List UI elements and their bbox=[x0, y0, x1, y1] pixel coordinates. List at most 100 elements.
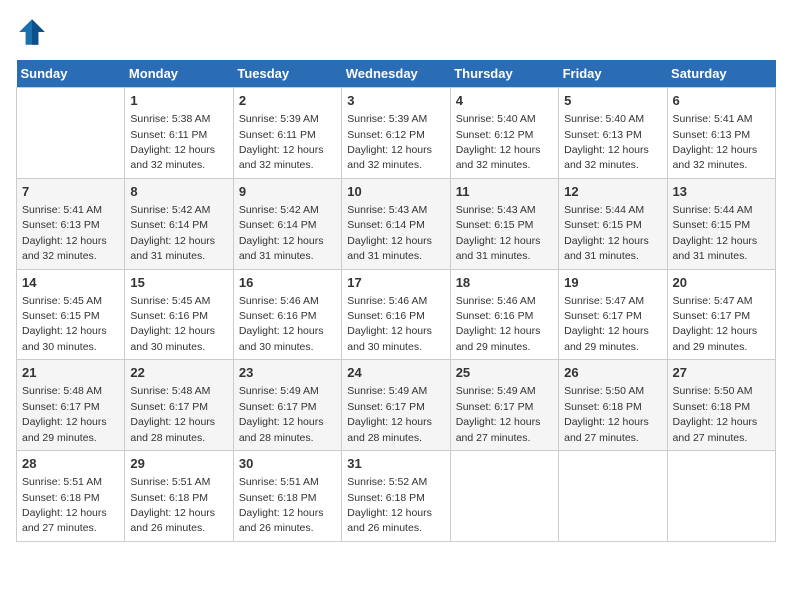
day-header-sunday: Sunday bbox=[17, 60, 125, 88]
day-info: Sunrise: 5:50 AMSunset: 6:18 PMDaylight:… bbox=[564, 385, 649, 443]
day-number: 1 bbox=[130, 92, 227, 110]
day-info: Sunrise: 5:49 AMSunset: 6:17 PMDaylight:… bbox=[239, 385, 324, 443]
day-number: 4 bbox=[456, 92, 553, 110]
day-number: 17 bbox=[347, 274, 444, 292]
calendar-cell: 22 Sunrise: 5:48 AMSunset: 6:17 PMDayligh… bbox=[125, 360, 233, 451]
day-header-thursday: Thursday bbox=[450, 60, 558, 88]
day-number: 2 bbox=[239, 92, 336, 110]
calendar-week-4: 21 Sunrise: 5:48 AMSunset: 6:17 PMDayligh… bbox=[17, 360, 776, 451]
day-number: 15 bbox=[130, 274, 227, 292]
day-info: Sunrise: 5:39 AMSunset: 6:12 PMDaylight:… bbox=[347, 113, 432, 171]
calendar-table: SundayMondayTuesdayWednesdayThursdayFrid… bbox=[16, 60, 776, 542]
day-header-wednesday: Wednesday bbox=[342, 60, 450, 88]
day-number: 10 bbox=[347, 183, 444, 201]
day-info: Sunrise: 5:49 AMSunset: 6:17 PMDaylight:… bbox=[347, 385, 432, 443]
calendar-cell: 28 Sunrise: 5:51 AMSunset: 6:18 PMDayligh… bbox=[17, 451, 125, 542]
calendar-week-3: 14 Sunrise: 5:45 AMSunset: 6:15 PMDayligh… bbox=[17, 269, 776, 360]
day-header-tuesday: Tuesday bbox=[233, 60, 341, 88]
day-info: Sunrise: 5:45 AMSunset: 6:15 PMDaylight:… bbox=[22, 295, 107, 353]
calendar-header-row: SundayMondayTuesdayWednesdayThursdayFrid… bbox=[17, 60, 776, 88]
day-info: Sunrise: 5:48 AMSunset: 6:17 PMDaylight:… bbox=[130, 385, 215, 443]
calendar-cell: 2 Sunrise: 5:39 AMSunset: 6:11 PMDaylight… bbox=[233, 88, 341, 179]
calendar-week-2: 7 Sunrise: 5:41 AMSunset: 6:13 PMDaylight… bbox=[17, 178, 776, 269]
day-info: Sunrise: 5:43 AMSunset: 6:14 PMDaylight:… bbox=[347, 204, 432, 262]
calendar-cell: 23 Sunrise: 5:49 AMSunset: 6:17 PMDayligh… bbox=[233, 360, 341, 451]
day-info: Sunrise: 5:46 AMSunset: 6:16 PMDaylight:… bbox=[456, 295, 541, 353]
day-number: 24 bbox=[347, 364, 444, 382]
day-info: Sunrise: 5:42 AMSunset: 6:14 PMDaylight:… bbox=[130, 204, 215, 262]
day-number: 19 bbox=[564, 274, 661, 292]
calendar-cell bbox=[667, 451, 775, 542]
calendar-cell: 29 Sunrise: 5:51 AMSunset: 6:18 PMDayligh… bbox=[125, 451, 233, 542]
day-info: Sunrise: 5:47 AMSunset: 6:17 PMDaylight:… bbox=[564, 295, 649, 353]
calendar-cell: 7 Sunrise: 5:41 AMSunset: 6:13 PMDaylight… bbox=[17, 178, 125, 269]
day-info: Sunrise: 5:48 AMSunset: 6:17 PMDaylight:… bbox=[22, 385, 107, 443]
day-info: Sunrise: 5:50 AMSunset: 6:18 PMDaylight:… bbox=[673, 385, 758, 443]
calendar-cell: 19 Sunrise: 5:47 AMSunset: 6:17 PMDayligh… bbox=[559, 269, 667, 360]
day-info: Sunrise: 5:44 AMSunset: 6:15 PMDaylight:… bbox=[564, 204, 649, 262]
day-number: 26 bbox=[564, 364, 661, 382]
day-number: 20 bbox=[673, 274, 770, 292]
day-number: 6 bbox=[673, 92, 770, 110]
calendar-cell: 4 Sunrise: 5:40 AMSunset: 6:12 PMDaylight… bbox=[450, 88, 558, 179]
day-info: Sunrise: 5:38 AMSunset: 6:11 PMDaylight:… bbox=[130, 113, 215, 171]
day-number: 8 bbox=[130, 183, 227, 201]
day-number: 11 bbox=[456, 183, 553, 201]
day-info: Sunrise: 5:49 AMSunset: 6:17 PMDaylight:… bbox=[456, 385, 541, 443]
day-number: 22 bbox=[130, 364, 227, 382]
calendar-cell: 21 Sunrise: 5:48 AMSunset: 6:17 PMDayligh… bbox=[17, 360, 125, 451]
calendar-cell bbox=[450, 451, 558, 542]
calendar-cell: 5Sunrise: 5:40 AMSunset: 6:13 PMDaylight… bbox=[559, 88, 667, 179]
calendar-cell bbox=[17, 88, 125, 179]
day-number: 30 bbox=[239, 455, 336, 473]
day-number: 16 bbox=[239, 274, 336, 292]
day-info: Sunrise: 5:44 AMSunset: 6:15 PMDaylight:… bbox=[673, 204, 758, 262]
day-info: Sunrise: 5:41 AMSunset: 6:13 PMDaylight:… bbox=[22, 204, 107, 262]
day-info: Sunrise: 5:41 AMSunset: 6:13 PMDaylight:… bbox=[673, 113, 758, 171]
calendar-cell: 3Sunrise: 5:39 AMSunset: 6:12 PMDaylight… bbox=[342, 88, 450, 179]
day-number: 12 bbox=[564, 183, 661, 201]
day-number: 21 bbox=[22, 364, 119, 382]
day-number: 14 bbox=[22, 274, 119, 292]
calendar-cell bbox=[559, 451, 667, 542]
day-number: 28 bbox=[22, 455, 119, 473]
calendar-cell: 16 Sunrise: 5:46 AMSunset: 6:16 PMDayligh… bbox=[233, 269, 341, 360]
calendar-cell: 24 Sunrise: 5:49 AMSunset: 6:17 PMDayligh… bbox=[342, 360, 450, 451]
calendar-cell: 17 Sunrise: 5:46 AMSunset: 6:16 PMDayligh… bbox=[342, 269, 450, 360]
day-info: Sunrise: 5:45 AMSunset: 6:16 PMDaylight:… bbox=[130, 295, 215, 353]
day-info: Sunrise: 5:46 AMSunset: 6:16 PMDaylight:… bbox=[347, 295, 432, 353]
calendar-cell: 27Sunrise: 5:50 AMSunset: 6:18 PMDayligh… bbox=[667, 360, 775, 451]
page-header bbox=[16, 16, 776, 48]
calendar-cell: 12 Sunrise: 5:44 AMSunset: 6:15 PMDayligh… bbox=[559, 178, 667, 269]
logo bbox=[16, 16, 52, 48]
day-info: Sunrise: 5:39 AMSunset: 6:11 PMDaylight:… bbox=[239, 113, 324, 171]
logo-icon bbox=[16, 16, 48, 48]
calendar-cell: 26 Sunrise: 5:50 AMSunset: 6:18 PMDayligh… bbox=[559, 360, 667, 451]
calendar-cell: 8 Sunrise: 5:42 AMSunset: 6:14 PMDaylight… bbox=[125, 178, 233, 269]
calendar-cell: 1 Sunrise: 5:38 AMSunset: 6:11 PMDaylight… bbox=[125, 88, 233, 179]
day-number: 31 bbox=[347, 455, 444, 473]
day-info: Sunrise: 5:42 AMSunset: 6:14 PMDaylight:… bbox=[239, 204, 324, 262]
day-info: Sunrise: 5:43 AMSunset: 6:15 PMDaylight:… bbox=[456, 204, 541, 262]
calendar-cell: 13 Sunrise: 5:44 AMSunset: 6:15 PMDayligh… bbox=[667, 178, 775, 269]
calendar-cell: 31 Sunrise: 5:52 AMSunset: 6:18 PMDayligh… bbox=[342, 451, 450, 542]
day-info: Sunrise: 5:52 AMSunset: 6:18 PMDaylight:… bbox=[347, 476, 432, 534]
day-header-saturday: Saturday bbox=[667, 60, 775, 88]
day-number: 18 bbox=[456, 274, 553, 292]
calendar-cell: 18 Sunrise: 5:46 AMSunset: 6:16 PMDayligh… bbox=[450, 269, 558, 360]
day-number: 9 bbox=[239, 183, 336, 201]
calendar-cell: 9 Sunrise: 5:42 AMSunset: 6:14 PMDaylight… bbox=[233, 178, 341, 269]
day-info: Sunrise: 5:51 AMSunset: 6:18 PMDaylight:… bbox=[130, 476, 215, 534]
day-info: Sunrise: 5:46 AMSunset: 6:16 PMDaylight:… bbox=[239, 295, 324, 353]
day-header-friday: Friday bbox=[559, 60, 667, 88]
day-info: Sunrise: 5:51 AMSunset: 6:18 PMDaylight:… bbox=[22, 476, 107, 534]
day-header-monday: Monday bbox=[125, 60, 233, 88]
day-number: 7 bbox=[22, 183, 119, 201]
day-number: 13 bbox=[673, 183, 770, 201]
calendar-cell: 15 Sunrise: 5:45 AMSunset: 6:16 PMDayligh… bbox=[125, 269, 233, 360]
day-info: Sunrise: 5:40 AMSunset: 6:12 PMDaylight:… bbox=[456, 113, 541, 171]
day-number: 23 bbox=[239, 364, 336, 382]
day-number: 25 bbox=[456, 364, 553, 382]
day-number: 29 bbox=[130, 455, 227, 473]
calendar-week-5: 28 Sunrise: 5:51 AMSunset: 6:18 PMDayligh… bbox=[17, 451, 776, 542]
